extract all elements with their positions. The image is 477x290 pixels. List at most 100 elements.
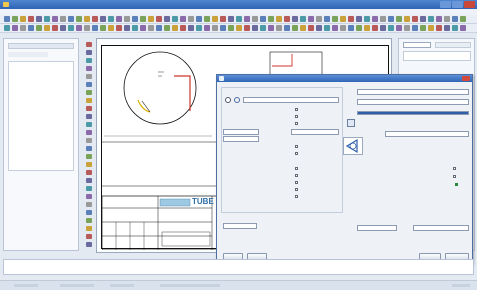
copy-icon[interactable] (44, 16, 50, 22)
open-icon[interactable] (86, 138, 92, 143)
new-icon[interactable] (324, 16, 330, 22)
close-button[interactable] (464, 1, 475, 8)
copy-icon[interactable] (4, 25, 10, 31)
minimize-button[interactable] (440, 1, 451, 8)
arc-icon[interactable] (86, 242, 92, 247)
text-icon[interactable] (124, 16, 130, 22)
text-icon[interactable] (404, 25, 410, 31)
cut-icon[interactable] (316, 25, 322, 31)
new-icon[interactable] (86, 130, 92, 135)
circle-icon[interactable] (86, 234, 92, 239)
dialog-close-button[interactable] (462, 76, 470, 81)
zoom-icon[interactable] (236, 16, 242, 22)
option-checkbox-5[interactable] (295, 152, 298, 155)
line-icon[interactable] (100, 16, 106, 22)
maximize-button[interactable] (452, 1, 463, 8)
cut-icon[interactable] (356, 16, 362, 22)
open-icon[interactable] (292, 25, 298, 31)
open-icon[interactable] (172, 16, 178, 22)
layer-icon[interactable] (92, 16, 98, 22)
line-icon[interactable] (420, 16, 426, 22)
new-icon[interactable] (164, 16, 170, 22)
save-icon[interactable] (180, 16, 186, 22)
dialog-select-1[interactable] (357, 89, 469, 95)
block-icon[interactable] (308, 16, 314, 22)
option-checkbox-9[interactable] (295, 188, 298, 191)
properties-icon[interactable] (156, 16, 162, 22)
properties-icon[interactable] (86, 122, 92, 127)
save-icon[interactable] (460, 25, 466, 31)
hatch-icon[interactable] (140, 16, 146, 22)
palette-dropdown[interactable] (403, 42, 431, 48)
arc-icon[interactable] (396, 25, 402, 31)
panel-dropdown[interactable] (8, 43, 74, 49)
copy-icon[interactable] (204, 16, 210, 22)
refresh-icon[interactable] (234, 97, 240, 103)
undo-icon[interactable] (86, 186, 92, 191)
option-checkbox-3[interactable] (295, 122, 298, 125)
layer-icon[interactable] (86, 58, 92, 63)
redo-icon[interactable] (348, 25, 354, 31)
hatch-icon[interactable] (460, 16, 466, 22)
undo-icon[interactable] (380, 16, 386, 22)
hatch-icon[interactable] (300, 16, 306, 22)
paste-icon[interactable] (172, 25, 178, 31)
paste-icon[interactable] (372, 16, 378, 22)
option-checkbox-11[interactable] (453, 167, 456, 170)
pan-icon[interactable] (86, 50, 92, 55)
new-icon[interactable] (284, 25, 290, 31)
text-icon[interactable] (244, 25, 250, 31)
circle-icon[interactable] (86, 74, 92, 79)
arc-icon[interactable] (76, 25, 82, 31)
redo-icon[interactable] (228, 16, 234, 22)
save-icon[interactable] (86, 146, 92, 151)
zoom-icon[interactable] (86, 202, 92, 207)
arc-icon[interactable] (436, 16, 442, 22)
circle-icon[interactable] (388, 25, 394, 31)
copy-icon[interactable] (164, 25, 170, 31)
pan-icon[interactable] (84, 16, 90, 22)
dimension-icon[interactable] (252, 25, 258, 31)
line-icon[interactable] (220, 25, 226, 31)
circle-icon[interactable] (228, 25, 234, 31)
copy-icon[interactable] (86, 170, 92, 175)
text-icon[interactable] (84, 25, 90, 31)
zoom-icon[interactable] (196, 25, 202, 31)
properties-icon[interactable] (436, 25, 442, 31)
properties-icon[interactable] (316, 16, 322, 22)
layer-icon[interactable] (86, 218, 92, 223)
print-icon[interactable] (188, 16, 194, 22)
palette-tab[interactable] (435, 42, 471, 48)
layer-icon[interactable] (252, 16, 258, 22)
option-checkbox-1[interactable] (295, 108, 298, 111)
line-icon[interactable] (260, 16, 266, 22)
zoom-icon[interactable] (36, 25, 42, 31)
option-checkbox-6[interactable] (295, 167, 298, 170)
undo-icon[interactable] (340, 25, 346, 31)
hatch-icon[interactable] (86, 106, 92, 111)
dimension-icon[interactable] (132, 16, 138, 22)
circle-icon[interactable] (428, 16, 434, 22)
open-icon[interactable] (132, 25, 138, 31)
layer-icon[interactable] (52, 25, 58, 31)
zoom-icon[interactable] (86, 42, 92, 47)
cut-icon[interactable] (156, 25, 162, 31)
undo-icon[interactable] (180, 25, 186, 31)
layer-icon[interactable] (212, 25, 218, 31)
pan-icon[interactable] (44, 25, 50, 31)
block-icon[interactable] (148, 16, 154, 22)
new-icon[interactable] (4, 16, 10, 22)
dimension-icon[interactable] (452, 16, 458, 22)
text-icon[interactable] (86, 90, 92, 95)
undo-icon[interactable] (60, 16, 66, 22)
option-checkbox-4[interactable] (295, 145, 298, 148)
properties-icon[interactable] (276, 25, 282, 31)
print-icon[interactable] (348, 16, 354, 22)
dimension-icon[interactable] (92, 25, 98, 31)
hatch-icon[interactable] (420, 25, 426, 31)
text-icon[interactable] (444, 16, 450, 22)
dimension-icon[interactable] (86, 98, 92, 103)
paste-icon[interactable] (12, 25, 18, 31)
dialog-field-3[interactable] (223, 136, 259, 142)
dialog-select-2[interactable] (357, 99, 469, 105)
